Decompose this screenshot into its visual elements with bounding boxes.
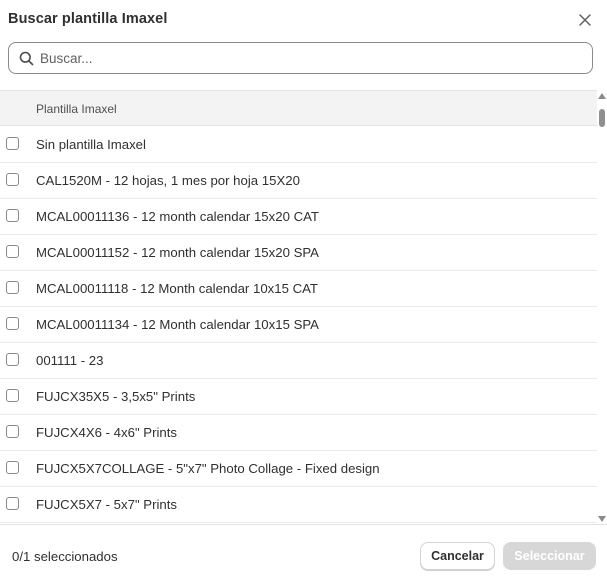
row-checkbox[interactable] [6,281,19,294]
row-checkbox[interactable] [6,497,19,510]
close-button[interactable] [574,9,596,31]
row-checkbox[interactable] [6,425,19,438]
list-scrollbar[interactable] [597,93,607,524]
row-checkbox[interactable] [6,461,19,474]
row-checkbox[interactable] [6,137,19,150]
dialog-header: Buscar plantilla Imaxel [0,0,607,40]
table-row[interactable]: FUJCX5X7 - 5x7" Prints [0,487,597,523]
search-field[interactable] [8,42,593,74]
close-icon [579,14,591,26]
table-row[interactable]: MCAL00011152 - 12 month calendar 15x20 S… [0,235,597,271]
table-row[interactable]: FUJCX4X6 - 4x6" Prints [0,415,597,451]
select-button[interactable]: Seleccionar [503,542,596,570]
table-row[interactable]: FUJCX5X7COLLAGE - 5"x7" Photo Collage - … [0,451,597,487]
row-checkbox[interactable] [6,389,19,402]
dialog-title: Buscar plantilla Imaxel [8,11,168,27]
row-label: MCAL00011152 - 12 month calendar 15x20 S… [36,245,319,260]
row-label: Sin plantilla Imaxel [36,137,146,152]
row-label: 001111 - 23 [36,353,104,368]
row-label: MCAL00011118 - 12 Month calendar 10x15 C… [36,281,318,296]
search-icon [19,51,34,66]
scroll-up-arrow-icon[interactable] [598,93,606,99]
row-label: FUJCX4X6 - 4x6" Prints [36,425,177,440]
table-header: Plantilla Imaxel [0,90,597,126]
table-row[interactable]: 001111 - 23 [0,343,597,379]
row-label: FUJCX5X7 - 5x7" Prints [36,497,177,512]
row-checkbox[interactable] [6,353,19,366]
search-template-dialog: Buscar plantilla Imaxel Plantilla Imaxel… [0,0,607,584]
cancel-button[interactable]: Cancelar [420,542,495,570]
selection-count: 0/1 seleccionados [12,549,118,564]
row-checkbox[interactable] [6,209,19,222]
row-checkbox[interactable] [6,317,19,330]
table-row[interactable]: CAL1520M - 12 hojas, 1 mes por hoja 15X2… [0,163,597,199]
search-input[interactable] [40,43,580,73]
row-checkbox[interactable] [6,173,19,186]
row-label: FUJCX5X7COLLAGE - 5"x7" Photo Collage - … [36,461,380,476]
row-label: MCAL00011136 - 12 month calendar 15x20 C… [36,209,319,224]
column-header-template: Plantilla Imaxel [36,102,117,116]
template-table: Plantilla Imaxel Sin plantilla Imaxel CA… [0,90,607,524]
scrollbar-thumb[interactable] [599,109,605,127]
dialog-footer: 0/1 seleccionados Cancelar Seleccionar [0,524,607,584]
row-label: MCAL00011134 - 12 Month calendar 10x15 S… [36,317,319,332]
table-row[interactable]: MCAL00011134 - 12 Month calendar 10x15 S… [0,307,597,343]
table-row[interactable]: MCAL00011118 - 12 Month calendar 10x15 C… [0,271,597,307]
table-row[interactable]: Sin plantilla Imaxel [0,127,597,163]
table-row[interactable]: MCAL00011136 - 12 month calendar 15x20 C… [0,199,597,235]
table-body: Sin plantilla Imaxel CAL1520M - 12 hojas… [0,127,597,523]
row-label: CAL1520M - 12 hojas, 1 mes por hoja 15X2… [36,173,300,188]
scroll-down-arrow-icon[interactable] [598,516,606,522]
row-label: FUJCX35X5 - 3,5x5" Prints [36,389,196,404]
row-checkbox[interactable] [6,245,19,258]
table-row[interactable]: FUJCX35X5 - 3,5x5" Prints [0,379,597,415]
